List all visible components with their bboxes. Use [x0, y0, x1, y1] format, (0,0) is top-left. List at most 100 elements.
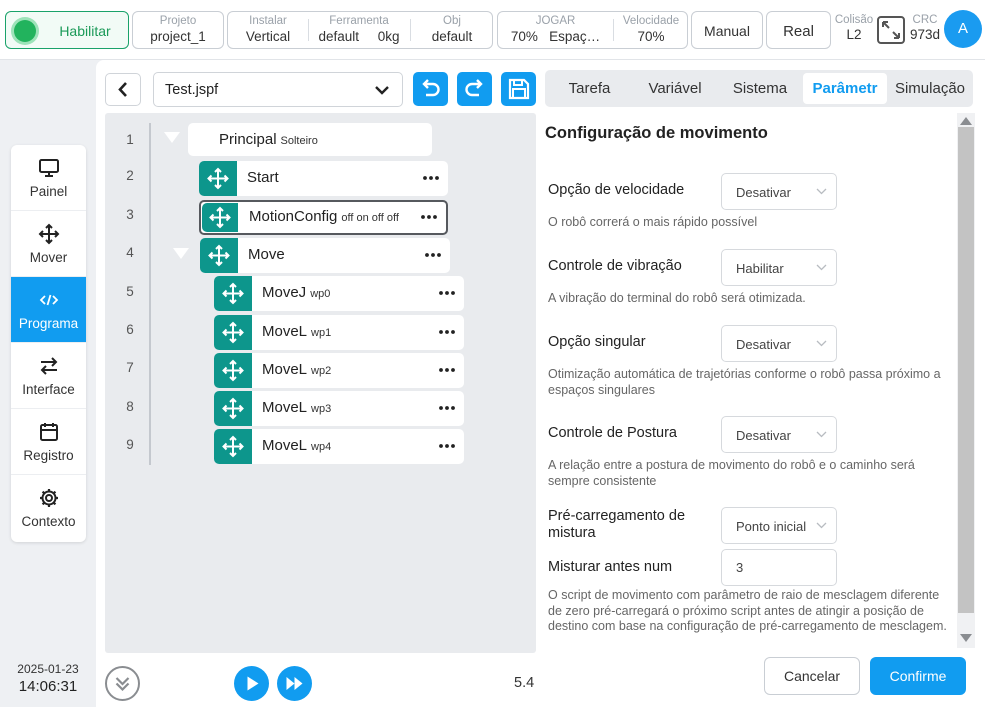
- move-icon: [202, 203, 238, 232]
- vibration-control-select[interactable]: Habilitar: [721, 249, 837, 286]
- nav-item-contexto[interactable]: Contexto: [11, 475, 86, 541]
- fast-forward-icon: [286, 677, 303, 690]
- motion-config-panel: Configuração de movimento Opção de veloc…: [543, 113, 975, 648]
- nav-item-interface[interactable]: Interface: [11, 343, 86, 409]
- blend-preload-select[interactable]: Ponto inicial: [721, 507, 837, 544]
- tree-node-movel-wp2[interactable]: MoveL wp2: [214, 353, 464, 388]
- collision-value: L2: [846, 27, 862, 42]
- confirm-button[interactable]: Confirme: [870, 657, 966, 695]
- tree-node-motionconfig[interactable]: MotionConfig off on off off: [199, 200, 448, 235]
- velocity-option-select[interactable]: Desativar: [721, 173, 837, 210]
- node-text: MoveJ wp0: [262, 284, 330, 301]
- node-name: Move: [248, 246, 285, 263]
- nav-item-mover[interactable]: Mover: [11, 211, 86, 277]
- posture-control-select[interactable]: Desativar: [721, 416, 837, 453]
- tree-node-principal[interactable]: Principal Solteiro: [188, 123, 432, 156]
- nav-item-programa[interactable]: Programa: [11, 277, 86, 343]
- move-icon: [214, 276, 252, 311]
- blend-before-num-desc: O script de movimento com parâmetro de r…: [548, 588, 947, 633]
- undo-icon: [422, 79, 440, 97]
- tree-node-movel-wp4[interactable]: MoveL wp4: [214, 429, 464, 464]
- chevron-down-icon: [816, 264, 827, 271]
- more-options-icon[interactable]: [438, 285, 456, 301]
- tree-node-movej-wp0[interactable]: MoveJ wp0: [214, 276, 464, 311]
- play-button[interactable]: [234, 666, 269, 701]
- more-options-icon[interactable]: [438, 400, 456, 416]
- user-avatar[interactable]: A: [944, 10, 982, 48]
- jog-value: 70%: [510, 29, 538, 44]
- singular-option-select[interactable]: Desativar: [721, 325, 837, 362]
- line-number: 5: [126, 284, 134, 299]
- tab-sistema[interactable]: Sistema: [719, 73, 801, 104]
- singular-option-label: Opção singular: [548, 334, 646, 350]
- tab-parametro[interactable]: Parâmetr: [803, 73, 887, 104]
- program-tree: 1 2 3 4 5 6 7 8 9 Principal Solteiro Star…: [105, 113, 536, 653]
- line-number: 4: [126, 245, 134, 260]
- config-title: Configuração de movimento: [545, 124, 768, 142]
- node-text: MoveL wp3: [262, 399, 331, 416]
- tree-node-start[interactable]: Start: [199, 161, 448, 196]
- more-options-icon[interactable]: [438, 362, 456, 378]
- vibration-control-value: Habilitar: [736, 261, 784, 276]
- scroll-thumb[interactable]: [958, 127, 974, 613]
- tab-variavel[interactable]: Variável: [633, 73, 717, 104]
- node-sub: wp4: [311, 441, 332, 453]
- nav-item-painel[interactable]: Painel: [11, 145, 86, 211]
- tab-simulacao[interactable]: Simulação: [889, 73, 971, 104]
- install-value: Vertical: [245, 29, 291, 44]
- node-text: Principal Solteiro: [219, 131, 318, 148]
- scroll-up-icon[interactable]: [960, 117, 972, 125]
- file-selector[interactable]: Test.jspf: [153, 72, 403, 107]
- singular-option-desc: Otimização automática de trajetórias con…: [548, 367, 941, 397]
- step-down-button[interactable]: [105, 666, 140, 701]
- blend-before-num-input[interactable]: [721, 549, 837, 586]
- tool-weight: 0kg: [377, 29, 400, 44]
- scroll-down-icon[interactable]: [960, 634, 972, 642]
- redo-button[interactable]: [457, 72, 492, 106]
- more-options-icon[interactable]: [438, 324, 456, 340]
- more-options-icon[interactable]: [424, 247, 442, 263]
- node-name: MoveL: [262, 361, 308, 378]
- fast-forward-button[interactable]: [277, 666, 312, 701]
- collapse-move-toggle[interactable]: [173, 248, 189, 259]
- node-sub: wp1: [311, 327, 332, 339]
- node-text: Start: [247, 169, 279, 186]
- enable-button[interactable]: Habilitar: [5, 11, 129, 49]
- save-button[interactable]: [501, 72, 536, 106]
- node-name: MoveL: [262, 399, 308, 416]
- collision-level: Colisão L2: [834, 14, 874, 42]
- back-button[interactable]: [105, 73, 141, 106]
- real-label: Real: [783, 23, 814, 40]
- right-panel-tabs: Tarefa Variável Sistema Parâmetr Simulaç…: [545, 70, 973, 107]
- tree-node-movel-wp1[interactable]: MoveL wp1: [214, 315, 464, 350]
- blend-preload-label: Pré-carregamento de mistura: [548, 508, 686, 541]
- install-tool-obj-selector[interactable]: Instalar Vertical Ferramenta default 0kg…: [227, 11, 493, 49]
- more-options-icon[interactable]: [422, 170, 440, 186]
- undo-button[interactable]: [413, 72, 448, 106]
- config-scrollbar[interactable]: [957, 113, 975, 648]
- more-options-icon[interactable]: [420, 209, 438, 225]
- redo-icon: [465, 79, 483, 97]
- tree-node-move[interactable]: Move: [200, 238, 450, 273]
- tree-node-movel-wp3[interactable]: MoveL wp3: [214, 391, 464, 426]
- monitor-icon: [39, 159, 59, 177]
- more-options-icon[interactable]: [438, 438, 456, 454]
- vibration-control-label: Controle de vibração: [548, 258, 682, 274]
- velocity-option-label: Opção de velocidade: [548, 182, 685, 198]
- crc-value-display: CRC 973d: [906, 14, 944, 42]
- node-text: MoveL wp4: [262, 437, 331, 454]
- singular-option-value: Desativar: [736, 337, 791, 352]
- tab-tarefa[interactable]: Tarefa: [548, 73, 631, 104]
- cancel-button[interactable]: Cancelar: [764, 657, 860, 695]
- node-sub: wp0: [310, 288, 331, 300]
- real-mode-button[interactable]: Real: [766, 11, 831, 49]
- project-selector[interactable]: Projeto project_1: [132, 11, 224, 49]
- collapse-principal-toggle[interactable]: [164, 132, 180, 143]
- nav-item-registro[interactable]: Registro: [11, 409, 86, 475]
- manual-mode-button[interactable]: Manual: [691, 11, 763, 49]
- jog-speed-selector[interactable]: JOGAR 70% Espaç… Velocidade 70%: [497, 11, 688, 49]
- node-text: MotionConfig off on off off: [249, 208, 399, 225]
- fullscreen-button[interactable]: [877, 16, 905, 44]
- nav-label: Registro: [23, 448, 74, 463]
- project-value: project_1: [150, 29, 206, 44]
